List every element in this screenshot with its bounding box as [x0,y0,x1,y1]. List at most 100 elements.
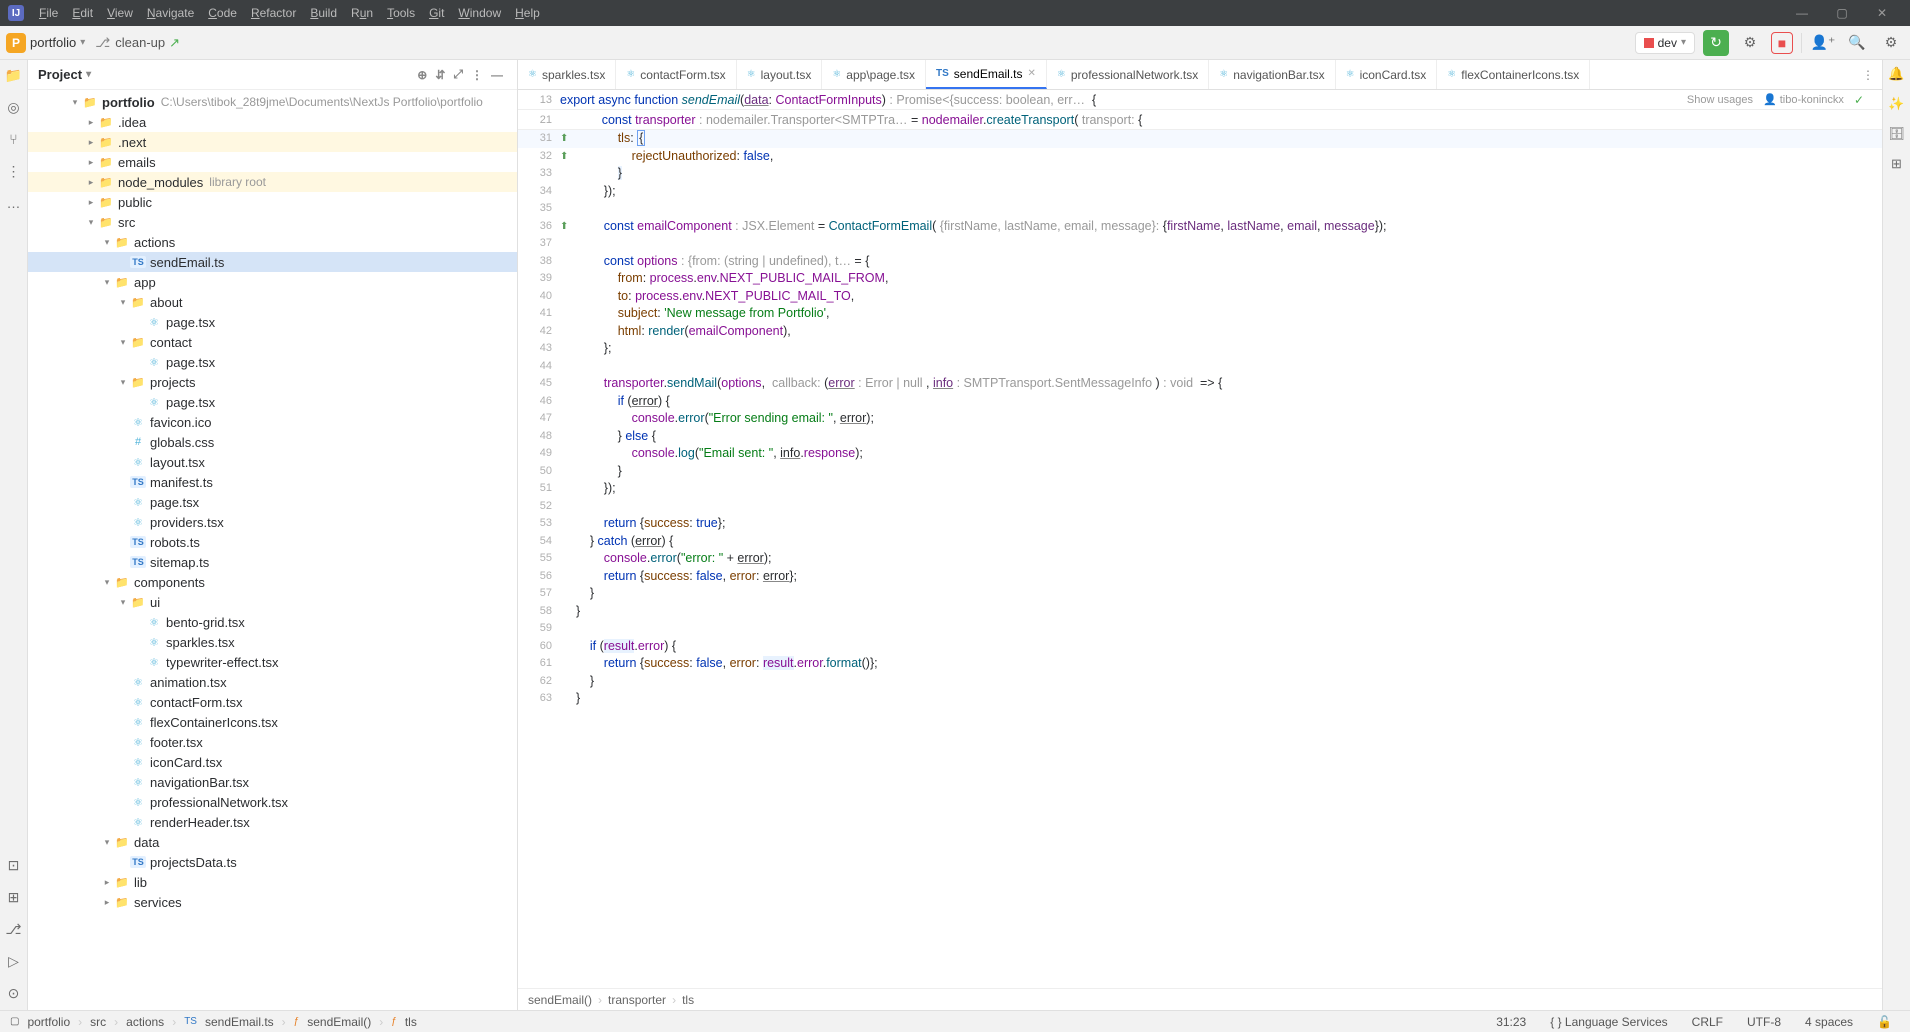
editor-tab[interactable]: ⚛flexContainerIcons.tsx [1437,60,1590,89]
tree-row[interactable]: ⚛flexContainerIcons.tsx [28,712,517,732]
tree-row[interactable]: ⚛page.tsx [28,352,517,372]
terminal-tool-icon[interactable]: ⊡ [5,856,23,874]
tree-arrow-icon[interactable]: ▸ [84,117,98,128]
tree-row[interactable]: ⚛page.tsx [28,312,517,332]
more-tool-icon[interactable]: … [5,194,23,212]
window-maximize[interactable]: ▢ [1822,6,1862,20]
rerun-button[interactable]: ↻ [1703,30,1729,56]
menu-file[interactable]: File [32,6,65,20]
menu-edit[interactable]: Edit [65,6,100,20]
tree-row[interactable]: ⚛sparkles.tsx [28,632,517,652]
menu-window[interactable]: Window [451,6,508,20]
sidebar-dropdown-icon[interactable]: ▾ [86,69,91,80]
editor-tab[interactable]: ⚛navigationBar.tsx [1209,60,1335,89]
tree-row[interactable]: TSsitemap.ts [28,552,517,572]
tree-row[interactable]: ▾📁about [28,292,517,312]
tree-arrow-icon[interactable]: ▸ [100,877,114,888]
tree-row[interactable]: ⚛page.tsx [28,392,517,412]
menu-tools[interactable]: Tools [380,6,422,20]
menu-refactor[interactable]: Refactor [244,6,303,20]
tree-row[interactable]: ▾📁portfolioC:\Users\tibok_28t9jme\Docume… [28,92,517,112]
tree-row[interactable]: #globals.css [28,432,517,452]
tree-row[interactable]: ⚛professionalNetwork.tsx [28,792,517,812]
menu-code[interactable]: Code [201,6,244,20]
tree-row[interactable]: ⚛bento-grid.tsx [28,612,517,632]
readonly-toggle-icon[interactable]: 🔓 [1869,1015,1900,1029]
notifications-icon[interactable]: 🔔 [1888,66,1904,82]
inspection-ok-icon[interactable]: ✓ [1854,93,1864,107]
tree-row[interactable]: ⚛layout.tsx [28,452,517,472]
commit-tool-icon[interactable]: ◎ [5,98,23,116]
line-separator[interactable]: CRLF [1684,1015,1731,1029]
tree-row[interactable]: ▸📁.idea [28,112,517,132]
tree-arrow-icon[interactable]: ▾ [100,237,114,248]
run-tool-icon[interactable]: ▷ [5,952,23,970]
tree-arrow-icon[interactable]: ▾ [84,217,98,228]
editor-tab[interactable]: ⚛professionalNetwork.tsx [1047,60,1209,89]
stop-button[interactable]: ■ [1771,32,1793,54]
status-crumb[interactable]: portfolio [27,1015,70,1029]
tree-row[interactable]: ▸📁lib [28,872,517,892]
tree-row[interactable]: ▸📁.next [28,132,517,152]
tree-row[interactable]: ▾📁data [28,832,517,852]
tree-arrow-icon[interactable]: ▾ [100,277,114,288]
tree-arrow-icon[interactable]: ▾ [68,97,82,108]
tree-arrow-icon[interactable]: ▸ [100,897,114,908]
tree-row[interactable]: ▸📁public [28,192,517,212]
tree-row[interactable]: ⚛iconCard.tsx [28,752,517,772]
tree-row[interactable]: TSmanifest.ts [28,472,517,492]
code-with-me-icon[interactable]: 👤⁺ [1810,30,1836,56]
indent-setting[interactable]: 4 spaces [1797,1015,1861,1029]
git-tool-icon[interactable]: ⎇ [5,920,23,938]
menu-help[interactable]: Help [508,6,547,20]
language-services[interactable]: { } Language Services [1542,1015,1675,1029]
tree-arrow-icon[interactable]: ▾ [116,597,130,608]
tree-row[interactable]: ⚛providers.tsx [28,512,517,532]
status-crumb[interactable]: sendEmail() [307,1015,371,1029]
tree-row[interactable]: TSrobots.ts [28,532,517,552]
coverage-tool-icon[interactable]: ⊞ [1891,156,1902,172]
editor-tab[interactable]: TSsendEmail.ts✕ [926,60,1047,89]
sidebar-options-icon[interactable]: ⋮ [467,68,487,82]
editor-tab[interactable]: ⚛sparkles.tsx [518,60,616,89]
database-tool-icon[interactable]: 🗄 [1888,126,1905,142]
tree-arrow-icon[interactable]: ▾ [100,837,114,848]
menu-git[interactable]: Git [422,6,451,20]
tree-row[interactable]: ▾📁app [28,272,517,292]
tree-row[interactable]: TSsendEmail.ts [28,252,517,272]
tree-arrow-icon[interactable]: ▸ [84,177,98,188]
tree-row[interactable]: ▾📁projects [28,372,517,392]
project-dropdown-icon[interactable]: ▾ [80,37,85,48]
tree-row[interactable]: ▾📁ui [28,592,517,612]
vcs-branch[interactable]: ⎇ clean-up ↗ [95,35,180,51]
tree-row[interactable]: ▸📁services [28,892,517,912]
editor-tab[interactable]: ⚛contactForm.tsx [616,60,736,89]
gutter-modified-icon[interactable]: ⬆ [560,218,576,236]
sidebar-hide-icon[interactable]: — [487,68,507,82]
structure-tool-icon[interactable]: ⑂ [5,130,23,148]
menu-run[interactable]: Run [344,6,380,20]
status-crumb[interactable]: tls [405,1015,417,1029]
tree-arrow-icon[interactable]: ▸ [84,157,98,168]
tree-row[interactable]: ▾📁actions [28,232,517,252]
tree-row[interactable]: ▾📁components [28,572,517,592]
tree-arrow-icon[interactable]: ▾ [116,377,130,388]
select-opened-icon[interactable]: ⊕ [413,68,431,82]
bookmarks-tool-icon[interactable]: ⋮ [5,162,23,180]
show-usages-link[interactable]: Show usages [1687,94,1753,106]
gutter-modified-icon[interactable]: ⬆ [560,130,576,148]
tree-row[interactable]: ▾📁contact [28,332,517,352]
collapse-all-icon[interactable]: ⤢ [449,67,467,82]
status-crumb[interactable]: sendEmail.ts [205,1015,274,1029]
crumb[interactable]: sendEmail() [528,993,592,1007]
status-crumb[interactable]: actions [126,1015,164,1029]
settings-icon[interactable]: ⚙ [1878,30,1904,56]
project-tree[interactable]: ▾📁portfolioC:\Users\tibok_28t9jme\Docume… [28,90,517,1010]
close-icon[interactable]: ✕ [1028,68,1036,79]
gutter-modified-icon[interactable]: ⬆ [560,148,576,166]
tree-row[interactable]: ⚛typewriter-effect.tsx [28,652,517,672]
tree-row[interactable]: ▸📁node_moduleslibrary root [28,172,517,192]
project-name[interactable]: portfolio [30,35,76,50]
tree-row[interactable]: ⚛animation.tsx [28,672,517,692]
crumb[interactable]: transporter [608,993,666,1007]
